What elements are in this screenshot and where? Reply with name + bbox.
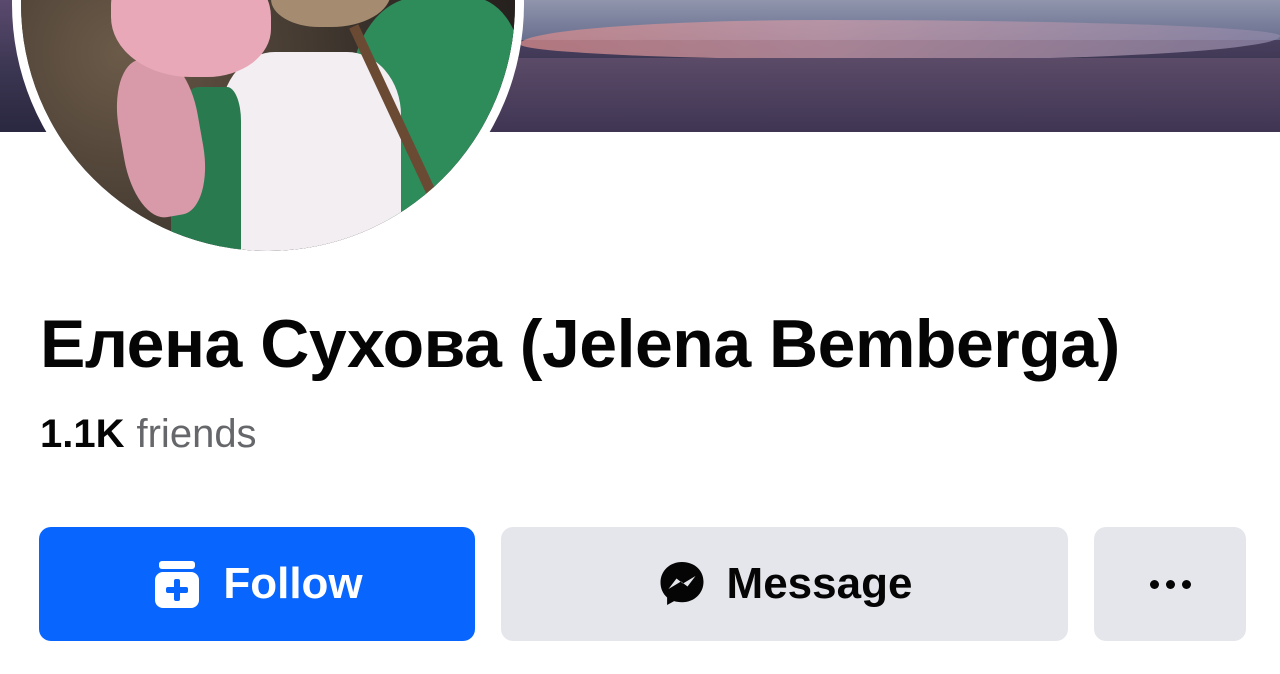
messenger-icon (657, 559, 707, 609)
follow-button[interactable]: Follow (39, 527, 475, 641)
more-dots-icon (1149, 579, 1191, 589)
more-options-button[interactable] (1094, 527, 1246, 641)
cover-shore (520, 20, 1280, 60)
profile-name: Елена Сухова (Jelena Bemberga) (40, 306, 1120, 382)
friends-count-value: 1.1K (40, 412, 125, 456)
cover-sand (470, 58, 1280, 132)
message-button-label: Message (726, 559, 913, 608)
follow-button-label: Follow (223, 559, 363, 608)
profile-picture[interactable] (21, 0, 515, 251)
friends-count-label: friends (136, 412, 257, 456)
follow-icon (151, 558, 203, 610)
friends-count[interactable]: 1.1K friends (40, 410, 257, 458)
message-button[interactable]: Message (501, 527, 1068, 641)
